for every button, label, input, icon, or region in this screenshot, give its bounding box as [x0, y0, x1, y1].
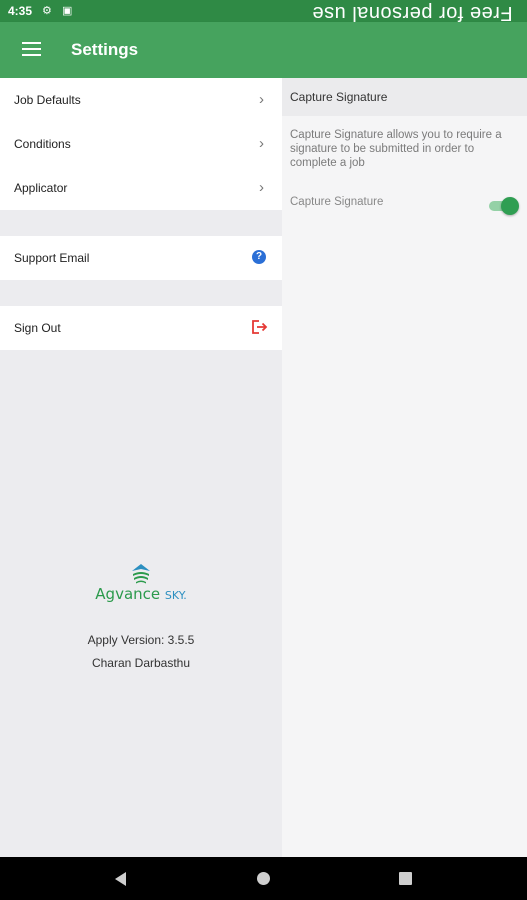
agvance-logo-mark [132, 564, 150, 584]
app-version: Apply Version: 3.5.5 [87, 633, 195, 647]
settings-list-pane: Job Defaults › Conditions › Applicator ›… [0, 78, 282, 857]
settings-item-label: Support Email [14, 251, 90, 265]
back-icon[interactable] [115, 872, 126, 886]
detail-pane: Capture Signature Capture Signature allo… [282, 78, 527, 857]
user-name: Charan Darbasthu [91, 656, 191, 670]
logo-sky-text: SKY. [164, 589, 187, 602]
logo-text: Agvance [95, 585, 161, 603]
detail-title: Capture Signature [290, 90, 388, 104]
agvance-logo: Agvance SKY. [0, 563, 282, 603]
sign-out-icon [252, 320, 268, 334]
status-bar: 4:35 ⚙ ▣ Free for personal use [0, 0, 527, 24]
sd-card-icon: ▣ [62, 5, 73, 17]
home-icon[interactable] [257, 872, 270, 885]
watermark-text: Free for personal use [312, 2, 513, 24]
settings-item-conditions[interactable]: Conditions › [0, 122, 282, 166]
settings-item-label: Job Defaults [14, 93, 81, 107]
chevron-right-icon: › [259, 179, 264, 196]
capture-signature-toggle[interactable] [489, 197, 519, 215]
settings-item-applicator[interactable]: Applicator › [0, 166, 282, 210]
status-time: 4:35 [8, 4, 33, 18]
hamburger-menu-icon[interactable] [22, 42, 41, 57]
recents-icon[interactable] [399, 872, 412, 885]
detail-header: Capture Signature [282, 78, 527, 116]
help-circle-icon: ? [252, 250, 266, 264]
settings-item-label: Applicator [14, 181, 68, 195]
toggle-thumb [501, 197, 519, 215]
app-bar: Settings [0, 22, 527, 78]
detail-description: Capture Signature allows you to require … [290, 129, 502, 169]
system-nav-bar [0, 857, 527, 900]
capture-signature-label: Capture Signature [290, 196, 384, 208]
settings-item-label: Conditions [14, 137, 71, 151]
settings-item-label: Sign Out [14, 321, 61, 335]
settings-item-job-defaults[interactable]: Job Defaults › [0, 78, 282, 122]
settings-item-sign-out[interactable]: Sign Out [0, 306, 282, 350]
settings-item-support-email[interactable]: Support Email ? [0, 236, 282, 280]
logo-wordmark: Agvance SKY. [0, 585, 282, 603]
settings-gear-icon: ⚙ [42, 5, 52, 17]
chevron-right-icon: › [259, 91, 264, 108]
chevron-right-icon: › [259, 135, 264, 152]
page-title: Settings [71, 40, 139, 59]
